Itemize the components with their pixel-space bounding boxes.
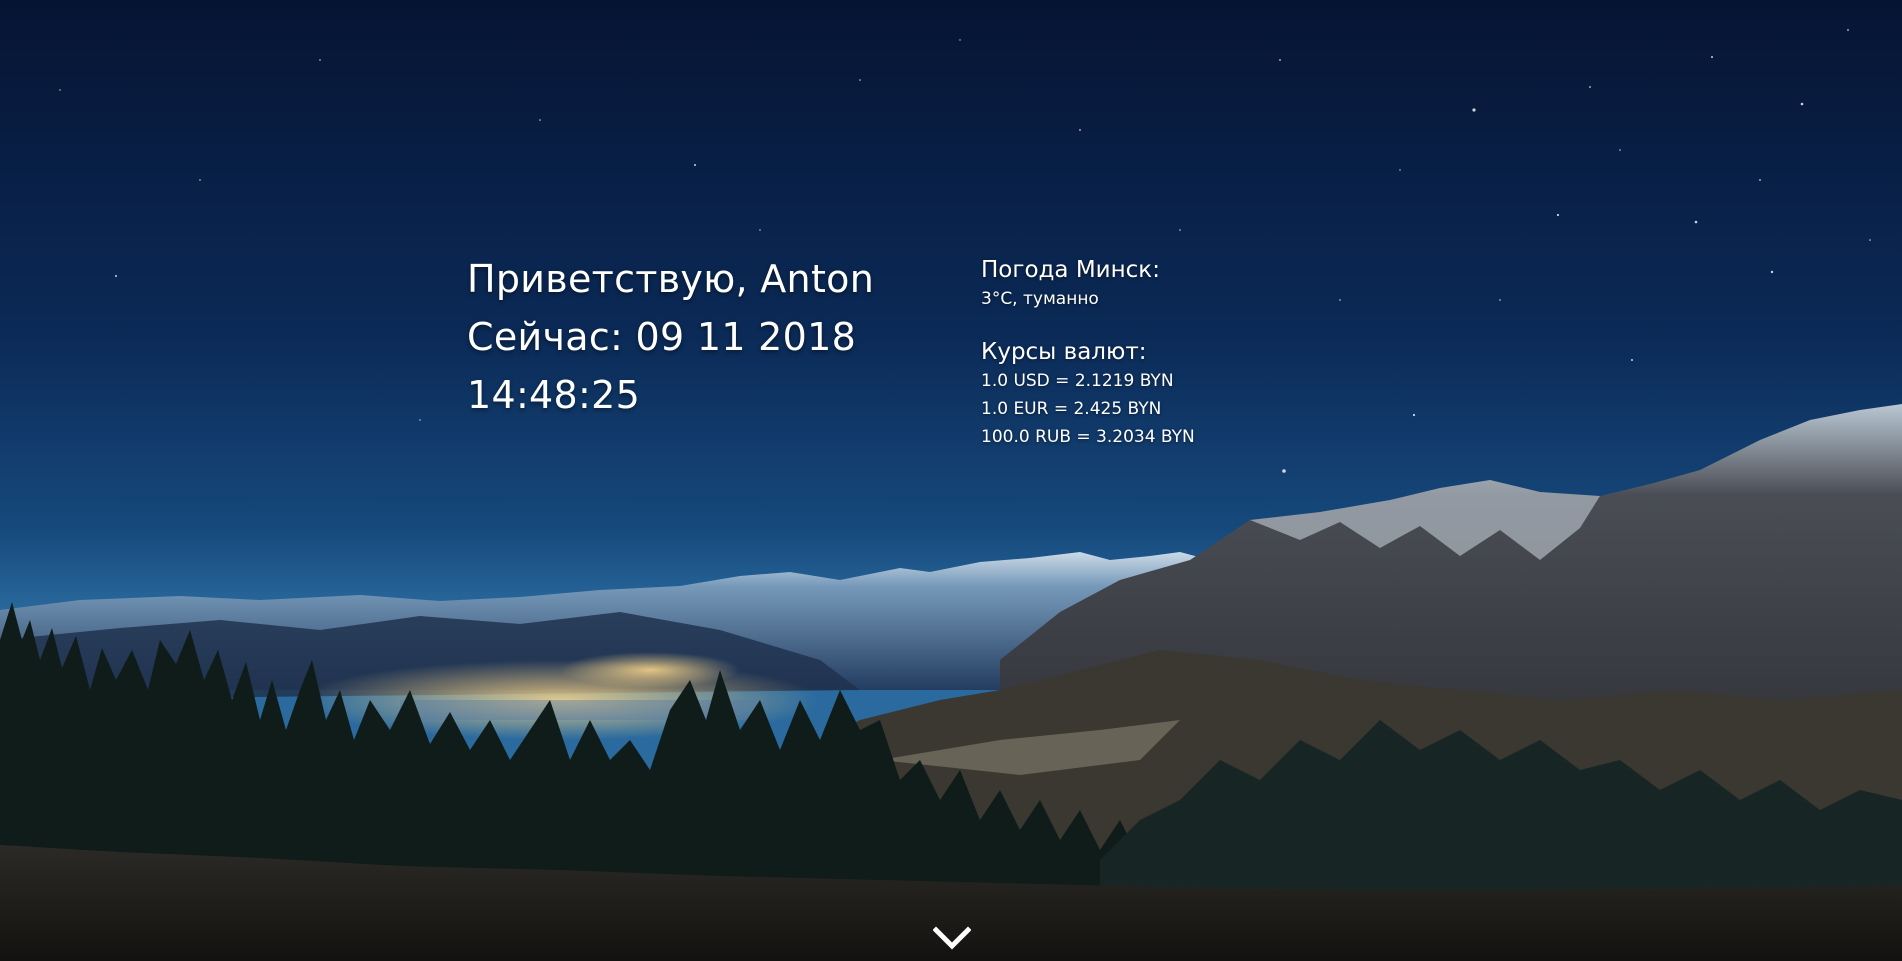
- currency-rate-rub: 100.0 RUB = 3.2034 BYN: [981, 427, 1195, 447]
- page: Приветствую, Anton Сейчас: 09 11 2018 14…: [0, 0, 1902, 961]
- chevron-down-icon: [932, 926, 972, 950]
- currency-rate-usd: 1.0 USD = 2.1219 BYN: [981, 371, 1174, 391]
- greeting-block: Приветствую, Anton Сейчас: 09 11 2018 14…: [467, 250, 987, 424]
- current-time: 14:48:25: [467, 373, 641, 417]
- greeting-text: Приветствую, Anton: [467, 257, 875, 301]
- currency-rate-eur: 1.0 EUR = 2.425 BYN: [981, 399, 1162, 419]
- current-date: Сейчас: 09 11 2018: [467, 315, 857, 359]
- info-panel: Погода Минск: 3°C, туманно Курсы валют: …: [981, 255, 1301, 451]
- scroll-down-button[interactable]: [932, 925, 972, 953]
- background-landscape: [0, 0, 1902, 961]
- weather-value: 3°C, туманно: [981, 289, 1099, 309]
- currency-title: Курсы валют:: [981, 339, 1147, 365]
- weather-title: Погода Минск:: [981, 257, 1160, 283]
